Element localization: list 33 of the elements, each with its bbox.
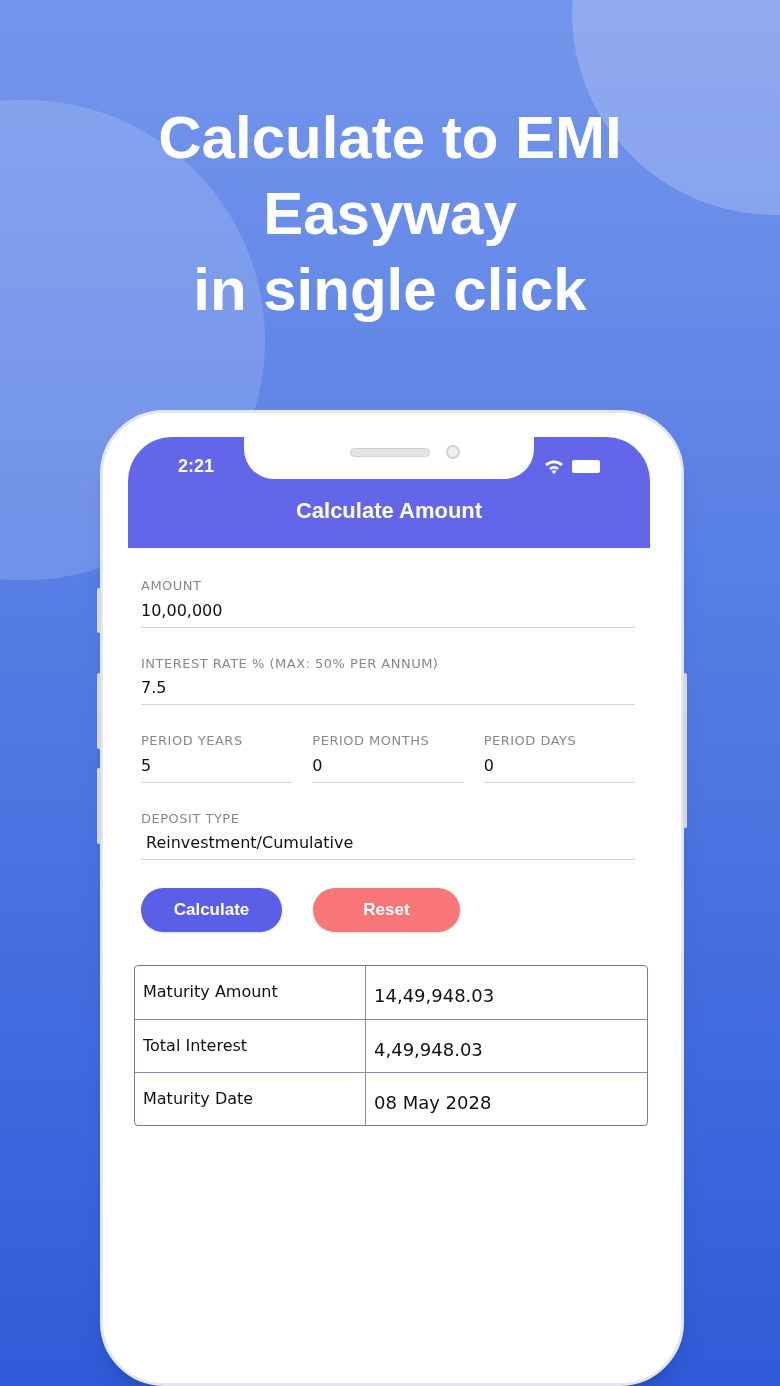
- table-cell-text: 4,49,948.03: [373, 1038, 484, 1062]
- field-value: 7.5: [141, 677, 168, 699]
- table-cell-text: 08 May 2028: [373, 1091, 493, 1115]
- input-field[interactable]: INTEREST RATE % (MAX: 50% PER ANNUM) 7.5: [141, 653, 635, 705]
- speaker-icon: [350, 448, 430, 457]
- table-cell-text: 14,49,948.03: [373, 984, 496, 1008]
- input-field[interactable]: PERIOD DAYS 0: [483, 731, 635, 783]
- wifi-icon: [544, 459, 564, 474]
- field-label: AMOUNT: [141, 577, 203, 595]
- battery-icon: [572, 460, 600, 473]
- headline: in single click: [193, 255, 587, 325]
- calculate-button[interactable]: Calculate: [141, 888, 282, 932]
- field-label: DEPOSIT TYPE: [141, 809, 241, 828]
- field-value: 0: [483, 754, 495, 777]
- input-field[interactable]: PERIOD YEARS 5: [141, 731, 293, 783]
- field-value: 10,00,000: [141, 599, 224, 622]
- field-value: Reinvestment/Cumulative: [145, 832, 355, 854]
- field-value: 5: [141, 754, 153, 777]
- field-value: 0: [312, 754, 324, 777]
- field-label: PERIOD DAYS: [483, 732, 578, 750]
- field-label: PERIOD MONTHS: [312, 732, 431, 750]
- table-cell: Total Interest: [135, 1020, 366, 1072]
- field-label: PERIOD YEARS: [141, 732, 244, 750]
- table-cell: Maturity Amount: [135, 966, 366, 1019]
- input-field[interactable]: AMOUNT 10,00,000: [141, 576, 635, 628]
- status-time: 2:21: [178, 455, 215, 478]
- input-field[interactable]: PERIOD MONTHS 0: [312, 731, 464, 783]
- headline: Calculate to EMI: [158, 103, 622, 173]
- headline: Easyway: [263, 179, 517, 249]
- app-title: Calculate Amount: [294, 497, 484, 525]
- table-cell: Maturity Date: [135, 1073, 366, 1125]
- field-label: INTEREST RATE % (MAX: 50% PER ANNUM): [141, 654, 440, 673]
- dropdown-field[interactable]: DEPOSIT TYPE Reinvestment/Cumulative: [141, 808, 635, 860]
